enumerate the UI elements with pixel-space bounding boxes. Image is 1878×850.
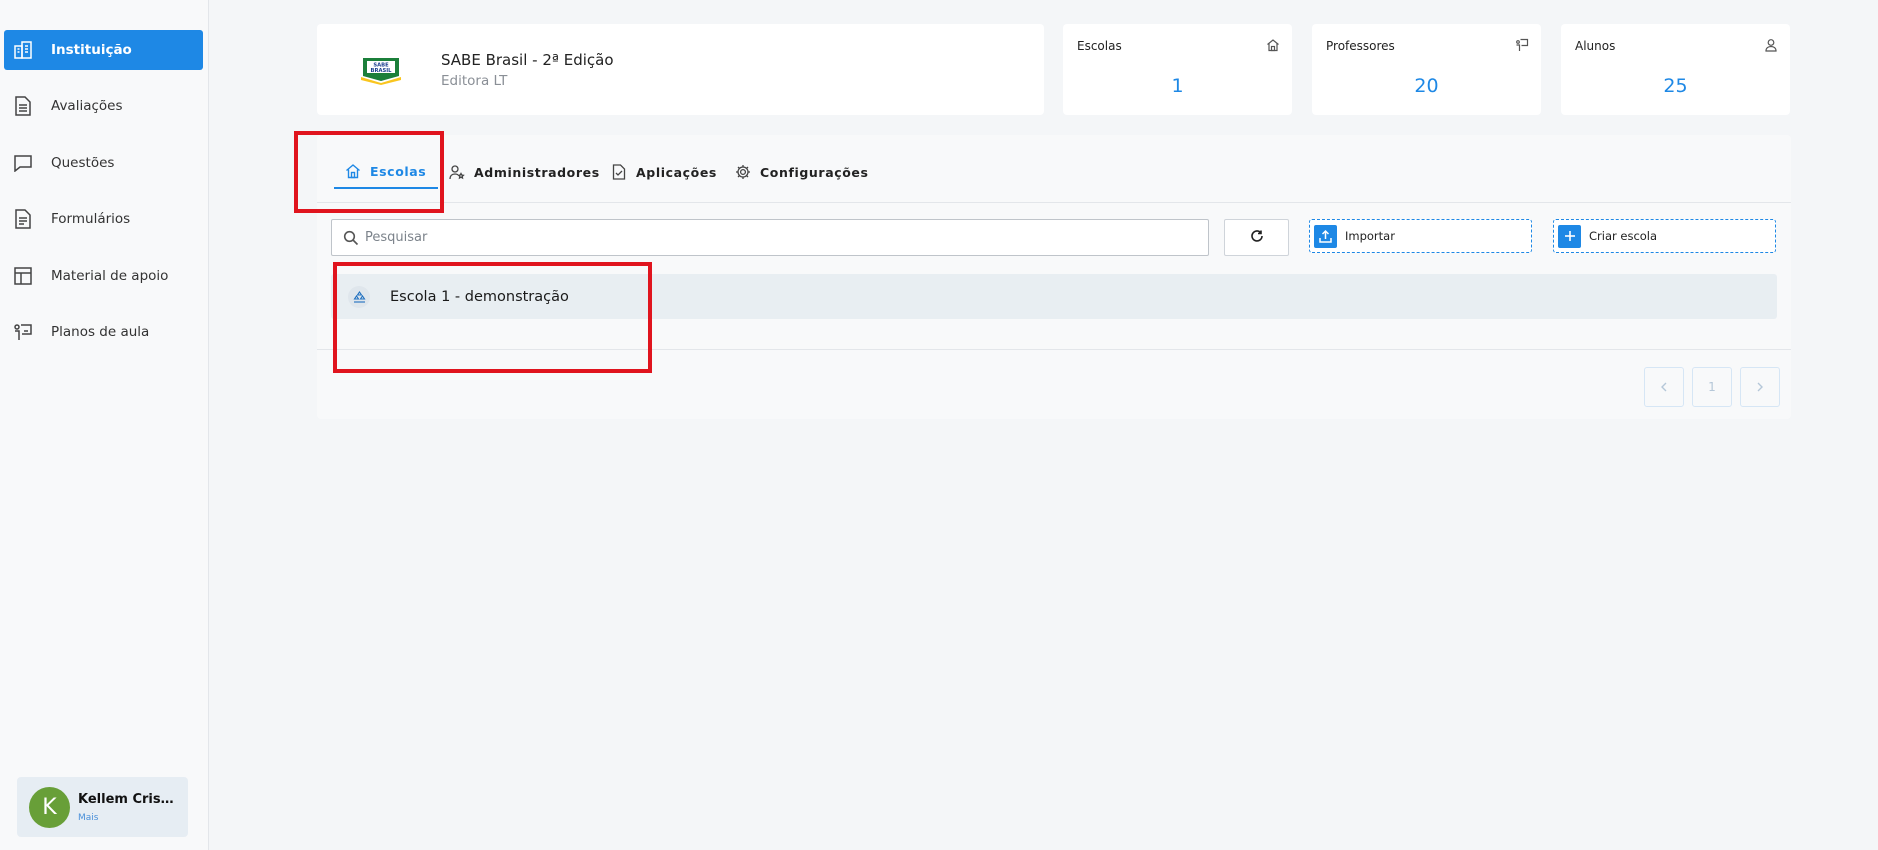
svg-text:BRASIL: BRASIL (371, 68, 393, 74)
schools-panel: Escolas Administradores Aplicações Confi… (317, 135, 1791, 419)
stat-card-escolas: Escolas 1 (1063, 24, 1292, 115)
pagination-prev-button[interactable] (1644, 367, 1684, 407)
chevron-right-icon (1757, 382, 1763, 392)
user-menu[interactable]: K Kellem Cristi... Mais (17, 777, 188, 837)
sidebar-item-label: Questões (51, 155, 115, 171)
institution-card: SABE BRASIL SABE Brasil - 2ª Edição Edito… (317, 24, 1044, 115)
sidebar-item-label: Planos de aula (51, 324, 150, 340)
home-icon (345, 163, 361, 179)
institution-title: SABE Brasil - 2ª Edição (441, 50, 614, 69)
chat-icon (12, 152, 34, 174)
document-icon (12, 95, 34, 117)
layout-icon (12, 265, 34, 287)
gear-icon (735, 164, 751, 180)
stat-label: Alunos (1575, 39, 1616, 53)
pagination-page-button[interactable]: 1 (1692, 367, 1732, 407)
user-more-link[interactable]: Mais (78, 813, 178, 823)
institution-subtitle: Editora LT (441, 72, 508, 89)
admin-icon (449, 164, 465, 180)
tab-aplicacoes[interactable]: Aplicações (611, 155, 717, 189)
divider (317, 349, 1791, 350)
file-check-icon (611, 164, 627, 180)
stat-label: Professores (1326, 39, 1395, 53)
teacher-icon (1515, 37, 1529, 51)
sidebar-item-label: Material de apoio (51, 268, 169, 284)
tab-label: Aplicações (636, 164, 717, 180)
stat-card-professores: Professores 20 (1312, 24, 1541, 115)
presentation-icon (12, 321, 34, 343)
school-name: Escola 1 - demonstração (390, 288, 569, 305)
form-icon (12, 208, 34, 230)
tab-configuracoes[interactable]: Configurações (735, 155, 869, 189)
create-school-label: Criar escola (1589, 229, 1658, 243)
import-button[interactable]: Importar (1309, 219, 1532, 253)
sidebar-item-label: Avaliações (51, 98, 123, 114)
user-icon (1764, 37, 1778, 52)
sidebar-item-instituicao[interactable]: Instituição (4, 30, 203, 70)
chevron-left-icon (1661, 382, 1667, 392)
import-label: Importar (1345, 229, 1395, 243)
home-icon (1266, 37, 1280, 52)
tab-label: Escolas (370, 163, 427, 179)
search-icon (343, 230, 359, 246)
sidebar-item-material-de-apoio[interactable]: Material de apoio (4, 256, 203, 296)
search-box (331, 219, 1209, 256)
tab-label: Configurações (760, 164, 869, 180)
plus-icon (1558, 224, 1581, 248)
create-school-button[interactable]: Criar escola (1553, 219, 1776, 253)
sidebar-item-planos-de-aula[interactable]: Planos de aula (4, 312, 203, 352)
tab-escolas[interactable]: Escolas (334, 155, 438, 189)
upload-icon (1314, 224, 1337, 248)
stat-value: 20 (1414, 75, 1439, 97)
stat-value: 25 (1663, 75, 1688, 97)
sidebar-item-label: Instituição (51, 42, 132, 58)
refresh-button[interactable] (1224, 219, 1289, 256)
sidebar-item-avaliacoes[interactable]: Avaliações (4, 86, 203, 126)
tab-label: Administradores (474, 164, 600, 180)
sidebar-item-formularios[interactable]: Formulários (4, 199, 203, 239)
avatar: K (29, 786, 70, 828)
school-icon (348, 285, 370, 308)
pagination-next-button[interactable] (1740, 367, 1780, 407)
tab-bar: Escolas Administradores Aplicações Confi… (317, 135, 1791, 203)
list-item[interactable]: Escola 1 - demonstração (331, 274, 1777, 319)
sidebar-item-questoes[interactable]: Questões (4, 143, 203, 183)
stat-card-alunos: Alunos 25 (1561, 24, 1790, 115)
institution-logo: SABE BRASIL (359, 55, 403, 85)
sidebar: Instituição Avaliações Questões Formulár… (0, 0, 209, 850)
stat-value: 1 (1171, 75, 1184, 97)
refresh-icon (1250, 228, 1264, 247)
stat-label: Escolas (1077, 39, 1122, 53)
user-name: Kellem Cristi... (78, 791, 178, 807)
building-icon (12, 39, 34, 61)
tab-administradores[interactable]: Administradores (449, 155, 600, 189)
sidebar-item-label: Formulários (51, 211, 131, 227)
search-input[interactable] (365, 230, 1185, 245)
